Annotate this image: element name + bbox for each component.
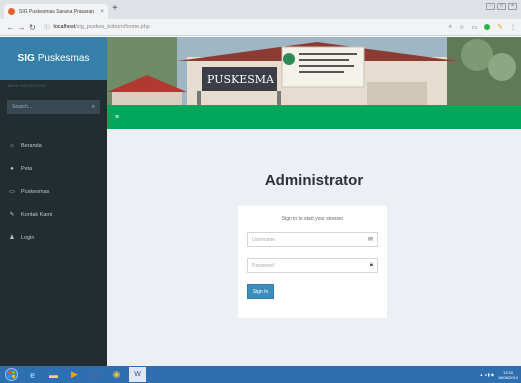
banner-sign-text: PUSKESMA [207,73,275,86]
password-input[interactable]: Password [252,263,274,269]
system-tray: ▲ ◂ ▮ ◆ 13:30 18/06/2019 [479,366,518,383]
sidebar-item-kontak[interactable]: ✎ Kontak Kami [0,203,107,226]
bookmark-star-icon[interactable]: ☆ [459,24,464,31]
url-host: localhost [53,24,76,30]
building-icon: ▭ [9,189,15,195]
zoom-icon[interactable]: ⌕ [449,24,452,31]
tray-icons[interactable]: ▲ ◂ ▮ ◆ [479,372,494,377]
top-navbar: ≡ [107,105,521,129]
back-arrow-icon[interactable]: ← [5,23,16,32]
sidebar-item-login[interactable]: ♟ Login [0,226,107,249]
brand-bold: SIG [17,53,35,64]
word-icon[interactable]: W [129,367,146,382]
page-title: Administrator [264,172,364,189]
sidebar-item-puskesmas[interactable]: ▭ Puskesmas [0,180,107,203]
tab-title: SIG Puskesmas Sarana Prasaran [19,8,95,15]
clock-date: 18/06/2019 [497,374,518,380]
sidebar-item-label: Beranda [21,142,42,149]
sidebar-item-label: Puskesmas [21,188,50,195]
opera-icon[interactable]: ○ [87,367,104,382]
home-icon: ⌂ [10,142,14,149]
address-bar[interactable]: ⓘ localhost /sig_puskes_kobum/home.php [44,21,449,33]
envelope-icon: ✉ [367,237,373,243]
browser-tabbar: SIG Puskesmas Sarana Prasaran × + - □ × [0,0,521,19]
lock-icon: 🔒︎ [369,262,373,268]
sidebar-item-peta[interactable]: ● Peta [0,157,107,180]
favicon-icon [8,8,15,15]
maximize-button[interactable]: □ [497,3,506,10]
forward-arrow-icon[interactable]: → [16,23,27,32]
os-taskbar: e ▬ ▶ ○ ◉ W ▲ ◂ ▮ ◆ 13:30 18/06/2019 [0,366,521,383]
chrome-icon[interactable]: ◉ [108,367,125,382]
header-banner-image: PUSKESMA [107,37,521,105]
file-explorer-icon[interactable]: ▬ [45,367,62,382]
extension-orange-icon[interactable]: ✎ [497,23,503,31]
map-icon: ● [10,165,14,172]
close-window-button[interactable]: × [508,3,517,10]
info-icon[interactable]: ⓘ [44,23,50,31]
main-content: Administrator Sign in to start your sess… [107,129,521,366]
minimize-button[interactable]: - [486,3,495,10]
brand-logo[interactable]: SIG Puskesmas [0,37,107,80]
sidebar-item-label: Login [21,234,35,241]
window-controls: - □ × [486,3,517,10]
contact-icon: ✎ [9,212,15,218]
browser-tab[interactable]: SIG Puskesmas Sarana Prasaran × [4,4,108,19]
url-path: /sig_puskes_kobum/home.php [75,24,150,30]
menu-dots-icon[interactable]: ⋮ [510,24,516,31]
brand-rest: Puskesmas [37,53,90,64]
login-box: Sign in to start your session Username ✉… [238,206,387,318]
sidebar: SIG Puskesmas MAIN NAVIGATION Search... … [0,37,107,366]
internet-explorer-icon[interactable]: e [24,367,41,382]
sidebar-item-label: Peta [21,165,33,172]
password-field[interactable]: Password 🔒︎ [247,258,378,273]
puskesmas-building-illustration: PUSKESMA [107,37,521,105]
clock[interactable]: 13:30 18/06/2019 [498,370,518,380]
browser-toolbar: ← → ↻ ⓘ localhost /sig_puskes_kobum/home… [0,19,521,36]
username-field[interactable]: Username ✉ [247,232,378,247]
search-icon[interactable]: ⌕ [92,104,95,111]
sidebar-item-label: Kontak Kami [21,211,53,218]
users-icon: ♟ [9,235,15,241]
cast-icon[interactable]: ▭ [471,24,477,31]
extension-green-icon[interactable] [484,24,491,30]
new-tab-button[interactable]: + [112,3,118,14]
search-input[interactable]: Search... [12,104,32,110]
hamburger-menu-icon[interactable]: ≡ [115,114,119,121]
start-button-icon[interactable] [3,367,20,382]
sign-in-button[interactable]: Sign In [247,284,274,299]
media-player-icon[interactable]: ▶ [66,367,83,382]
sidebar-item-beranda[interactable]: ⌂ Beranda [0,134,107,157]
username-input[interactable]: Username [252,237,275,243]
nav-header: MAIN NAVIGATION [8,83,47,88]
reload-icon[interactable]: ↻ [27,23,38,32]
tab-close-icon[interactable]: × [100,9,104,15]
sidebar-search[interactable]: Search... ⌕ [7,100,100,114]
toolbar-icons: ⌕ ☆ ▭ ✎ ⋮ [449,23,516,32]
login-message: Sign in to start your session [281,216,344,222]
